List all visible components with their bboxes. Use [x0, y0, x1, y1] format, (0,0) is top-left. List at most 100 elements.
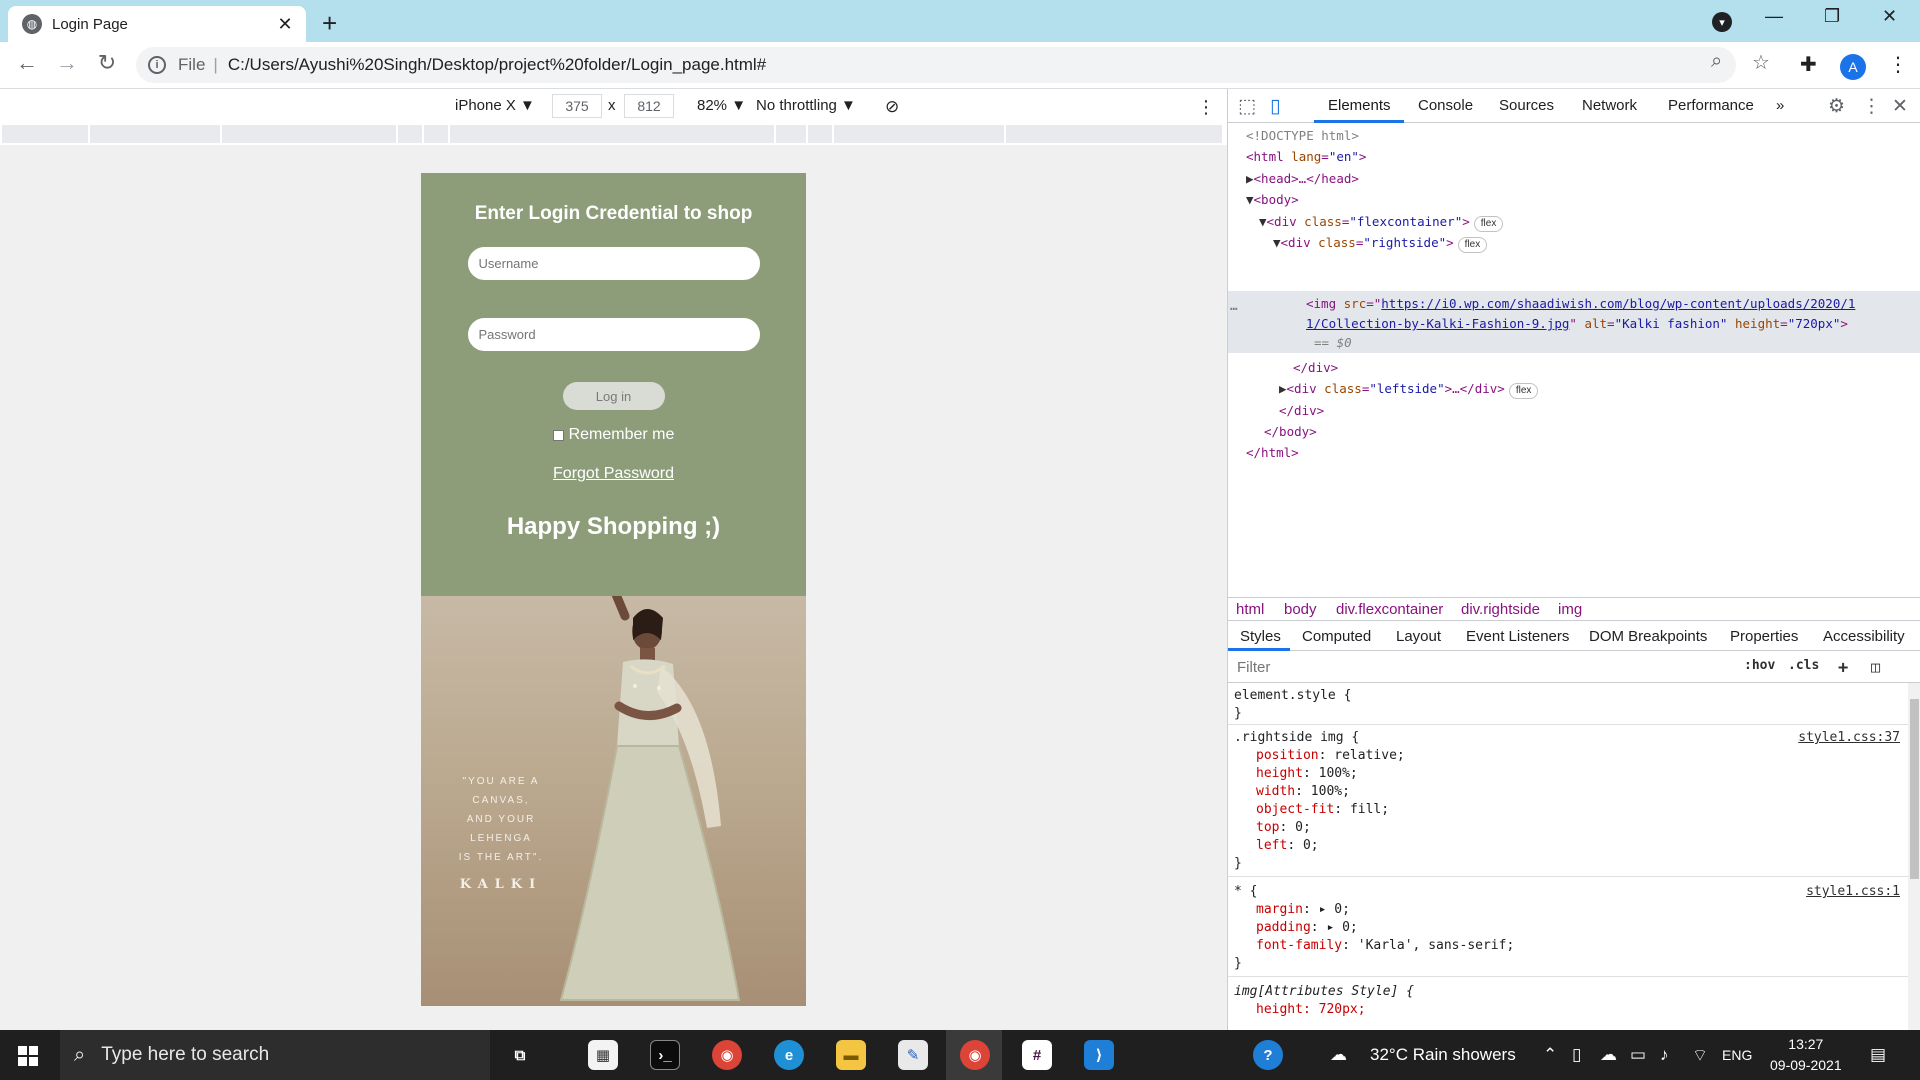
breadcrumb-rightside[interactable]: div.rightside [1461, 601, 1540, 618]
back-arrow-icon[interactable]: ← [12, 50, 42, 76]
collapse-triangle-icon[interactable]: ▼ [1246, 192, 1254, 207]
more-tabs-button[interactable]: » [1776, 97, 1784, 114]
expand-triangle-icon[interactable]: ▶ [1279, 381, 1287, 396]
flex-badge[interactable]: flex [1473, 216, 1504, 232]
device-icon[interactable]: ▯ [1572, 1045, 1581, 1065]
hover-state-toggle[interactable]: :hov [1744, 658, 1775, 673]
show-hidden-icons-chevron[interactable]: ⌃ [1543, 1045, 1557, 1065]
device-select[interactable]: iPhone X ▼ [455, 97, 535, 114]
styles-scrollbar[interactable] [1908, 683, 1920, 1030]
rule-universal[interactable]: style1.css:1 * { margin: ▸ 0; padding: ▸… [1228, 883, 1908, 977]
style-declaration[interactable]: margin: ▸ 0; [1234, 901, 1908, 919]
extensions-icon[interactable]: ✚ [1800, 52, 1817, 77]
flex-badge[interactable]: flex [1508, 383, 1539, 399]
vscode-icon[interactable]: ⟩ [1084, 1040, 1114, 1070]
close-window-button[interactable]: ✕ [1882, 6, 1897, 27]
throttling-select[interactable]: No throttling ▼ [756, 97, 856, 114]
wifi-icon[interactable]: ⌔ [1692, 1045, 1708, 1066]
new-rule-button[interactable]: + [1838, 658, 1848, 678]
collapse-triangle-icon[interactable]: ▼ [1259, 214, 1267, 229]
tab-search-icon[interactable]: ▾ [1712, 12, 1732, 32]
dom-html-close[interactable]: </html> [1246, 442, 1299, 464]
subtab-event-listeners[interactable]: Event Listeners [1466, 628, 1569, 645]
devtools-menu-icon[interactable]: ⋮ [1862, 95, 1881, 118]
dom-leftside[interactable]: ▶<div class="leftside">…</div> flex [1279, 378, 1539, 400]
profile-avatar[interactable]: A [1840, 54, 1866, 80]
chrome-active-icon[interactable]: ◉ [960, 1040, 990, 1070]
dom-body[interactable]: ▼<body> [1246, 189, 1299, 211]
subtab-layout[interactable]: Layout [1396, 628, 1441, 645]
info-icon[interactable]: i [148, 56, 166, 74]
notifications-icon[interactable]: ▤ [1870, 1045, 1886, 1065]
dom-doctype[interactable]: <!DOCTYPE html> [1246, 125, 1359, 147]
style-declaration[interactable]: width: 100%; [1234, 783, 1908, 801]
password-input[interactable] [467, 318, 760, 351]
rule-rightside-img[interactable]: style1.css:37 .rightside img { position:… [1228, 729, 1908, 877]
rule-source-link[interactable]: style1.css:1 [1806, 883, 1900, 901]
class-toggle[interactable]: .cls [1788, 658, 1819, 673]
device-toolbar-more-icon[interactable]: ⋮ [1197, 97, 1215, 118]
dom-img[interactable]: <img src="https://i0.wp.com/shaadiwish.c… [1306, 293, 1855, 315]
style-declaration[interactable]: left: 0; [1234, 837, 1908, 855]
address-bar[interactable]: i File | C:/Users/Ayushi%20Singh/Desktop… [136, 47, 1736, 83]
subtab-styles[interactable]: Styles [1240, 628, 1281, 645]
computed-sidebar-icon[interactable]: ◫ [1871, 658, 1880, 676]
tab-performance[interactable]: Performance [1668, 97, 1754, 114]
style-declaration[interactable]: height: 100%; [1234, 765, 1908, 783]
remember-me-row[interactable]: Remember me [552, 426, 674, 444]
dom-flexcontainer[interactable]: ▼<div class="flexcontainer"> flex [1259, 211, 1504, 233]
minimize-button[interactable]: — [1765, 6, 1783, 27]
battery-icon[interactable]: ▭ [1630, 1045, 1646, 1065]
viewport-height-input[interactable]: 812 [624, 94, 674, 118]
terminal-icon[interactable]: ›_ [650, 1040, 680, 1070]
rule-source-link[interactable]: style1.css:37 [1798, 729, 1900, 747]
inspect-element-icon[interactable]: ⬚ [1238, 95, 1256, 118]
styles-filter-input[interactable]: Filter [1237, 659, 1270, 676]
style-declaration[interactable]: font-family: 'Karla', sans-serif; [1234, 937, 1908, 955]
expand-triangle-icon[interactable]: ▶ [1246, 171, 1254, 186]
forward-arrow-icon[interactable]: → [52, 50, 82, 76]
subtab-accessibility[interactable]: Accessibility [1823, 628, 1905, 645]
collapse-triangle-icon[interactable]: ▼ [1273, 235, 1281, 250]
help-icon[interactable]: ? [1253, 1040, 1283, 1070]
breadcrumb-img[interactable]: img [1558, 601, 1582, 618]
dom-img-cont[interactable]: 1/Collection-by-Kalki-Fashion-9.jpg" alt… [1306, 313, 1848, 335]
subtab-dom-breakpoints[interactable]: DOM Breakpoints [1589, 628, 1707, 645]
bookmark-star-icon[interactable]: ☆ [1752, 50, 1770, 75]
onedrive-cloud-icon[interactable]: ☁ [1600, 1045, 1617, 1065]
dom-body-close[interactable]: </body> [1264, 421, 1317, 443]
slack-icon[interactable]: # [1022, 1040, 1052, 1070]
volume-icon[interactable]: ♪ [1660, 1045, 1669, 1065]
weather-cloud-icon[interactable]: ☁ [1330, 1045, 1347, 1065]
browser-menu-icon[interactable]: ⋮ [1888, 52, 1908, 77]
tab-sources[interactable]: Sources [1499, 97, 1554, 114]
language-indicator[interactable]: ENG [1722, 1047, 1752, 1063]
device-toggle-icon[interactable]: ▯ [1270, 95, 1280, 118]
tab-close-icon[interactable]: ✕ [274, 14, 296, 35]
tab-network[interactable]: Network [1582, 97, 1637, 114]
taskbar-clock[interactable]: 13:27 09-09-2021 [1770, 1034, 1842, 1076]
style-declaration[interactable]: object-fit: fill; [1234, 801, 1908, 819]
zoom-icon[interactable]: ⌕ [1711, 50, 1722, 73]
breadcrumb-html[interactable]: html [1236, 601, 1264, 618]
document-editor-icon[interactable]: ✎ [898, 1040, 928, 1070]
breadcrumb-flexcontainer[interactable]: div.flexcontainer [1336, 601, 1443, 618]
rule-element-style[interactable]: element.style { } [1228, 687, 1908, 725]
src-link[interactable]: https://i0.wp.com/shaadiwish.com/blog/wp… [1381, 296, 1855, 311]
rotate-icon[interactable]: ⊘ [885, 97, 899, 117]
settings-gear-icon[interactable]: ⚙ [1828, 95, 1845, 118]
tab-elements[interactable]: Elements [1328, 97, 1391, 114]
username-input[interactable] [467, 247, 760, 280]
zoom-select[interactable]: 82% ▼ [697, 97, 746, 114]
dom-div-close[interactable]: </div> [1293, 357, 1338, 379]
dom-div-close[interactable]: </div> [1279, 400, 1324, 422]
dom-html[interactable]: <html lang="en"> [1246, 146, 1366, 168]
rule-attributes-style[interactable]: img[Attributes Style] { height: 720px; [1228, 983, 1908, 1023]
new-tab-button[interactable]: + [322, 8, 337, 39]
tab-console[interactable]: Console [1418, 97, 1473, 114]
breadcrumb-body[interactable]: body [1284, 601, 1317, 618]
style-declaration[interactable]: padding: ▸ 0; [1234, 919, 1908, 937]
file-explorer-icon[interactable]: ▬ [836, 1040, 866, 1070]
node-actions-icon[interactable]: … [1230, 295, 1238, 317]
task-view-icon[interactable]: ⧉ [505, 1040, 535, 1070]
